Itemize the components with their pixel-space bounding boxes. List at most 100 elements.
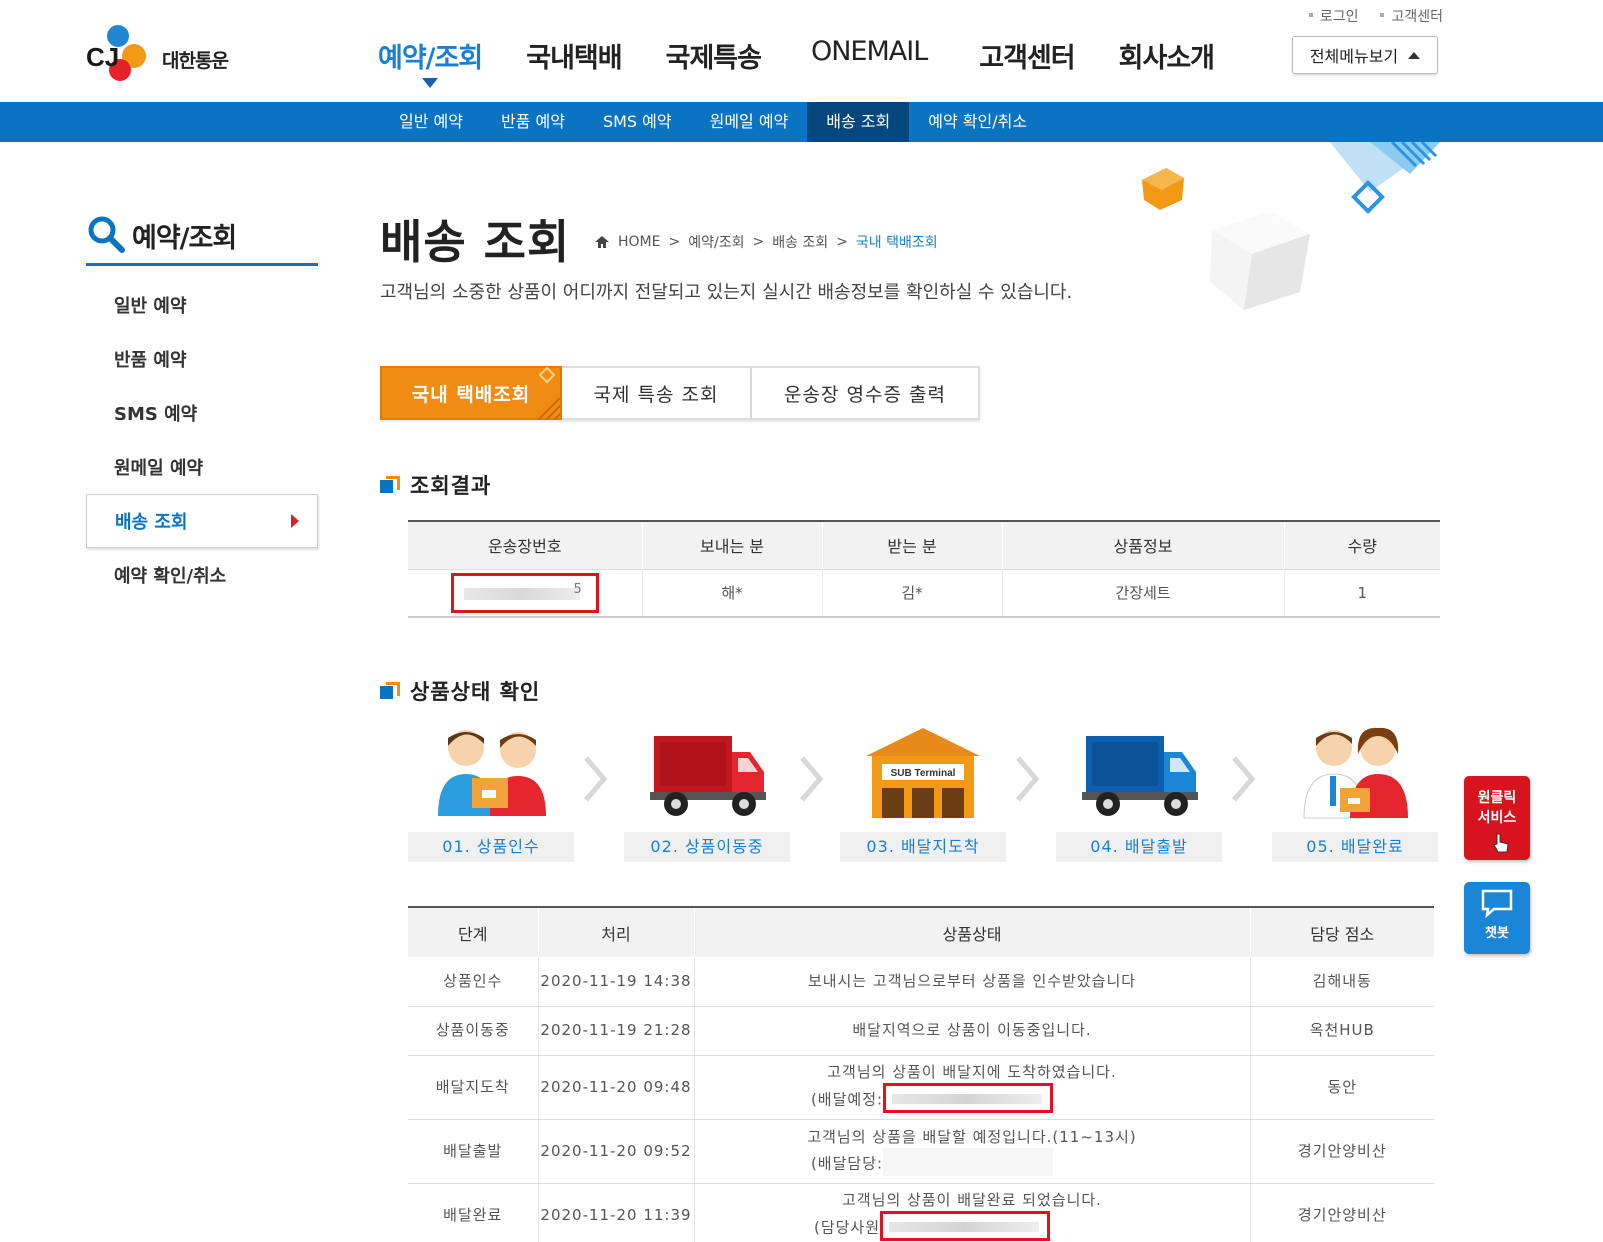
global-nav: 예약/조회 국내택배 국제특송 ONEMAIL 고객센터 회사소개 [378,36,1258,88]
step-arrived: SUB Terminal 03. 배달지도착 [840,726,1006,862]
handover-people-icon [438,730,546,816]
site-header: CJ 대한통운 로그인 고객센터 예약/조회 국내택배 국제특송 ONEMAIL… [0,0,1603,102]
pointer-hand-icon [1493,833,1509,853]
step-pickup: 01. 상품인수 [408,726,574,862]
chevron-right-icon [800,756,824,802]
search-icon [88,216,125,253]
subnav-onemail[interactable]: 원메일 예약 [691,102,808,142]
table-row: 배달완료 2020-11-20 11:39 고객님의 상품이 배달완료 되었습니… [408,1183,1434,1242]
chatbot-button[interactable]: 챗봇 [1464,882,1530,954]
tab-international-tracking[interactable]: 국제 특송 조회 [562,366,752,420]
status-section-title: 상품상태 확인 [380,676,540,706]
gnb-international[interactable]: 국제특송 [666,36,762,75]
step-label: 05. 배달완료 [1272,832,1438,862]
chevron-right-icon [1016,756,1040,802]
customer-center-link[interactable]: 고객센터 [1380,6,1443,26]
all-menu-button[interactable]: 전체메뉴보기 [1292,36,1438,74]
table-row: 배달출발 2020-11-20 09:52 고객님의 상품을 배달할 예정입니다… [408,1119,1434,1184]
quantity-value: 1 [1284,569,1440,618]
subnav-confirm-cancel[interactable]: 예약 확인/취소 [909,102,1046,142]
sidebar-item-general[interactable]: 일반 예약 [86,278,318,332]
col-office: 담당 점소 [1250,907,1434,957]
decorative-cubes-illustration [1142,142,1440,310]
tab-receipt-print[interactable]: 운송장 영수증 출력 [752,366,980,420]
cj-logo-icon: CJ [86,25,146,81]
oneclick-service-button[interactable]: 원클릭 서비스 [1464,776,1530,860]
table-row: 상품인수 2020-11-19 14:38 보내시는 고객님으로부터 상품을 인… [408,957,1434,1007]
terminal-sign-text: SUB Terminal [891,768,956,779]
table-row: 상품이동중 2020-11-19 21:28 배달지역으로 상품이 이동중입니다… [408,1006,1434,1056]
table-row: 5 해* 김* 간장세트 1 [408,569,1440,618]
redacted-field [883,1082,1054,1113]
sidebar-item-tracking[interactable]: 배송 조회 [86,494,318,548]
subnav-return[interactable]: 반품 예약 [482,102,584,142]
col-processed: 처리 [538,907,695,957]
page-title: 배송 조회 [380,215,571,269]
sidebar-item-onemail[interactable]: 원메일 예약 [86,440,318,494]
utility-links: 로그인 고객센터 [1308,6,1443,26]
tracking-history-table: 단계 처리 상품상태 담당 점소 상품인수 2020-11-19 14:38 보… [408,906,1434,1242]
breadcrumb-current: 국내 택배조회 [855,235,938,251]
blue-truck-icon [1082,736,1198,816]
step-label: 03. 배달지도착 [840,832,1006,862]
subnav-general[interactable]: 일반 예약 [380,102,482,142]
breadcrumb-tracking[interactable]: 배송 조회 [772,232,828,252]
breadcrumb-home[interactable]: HOME [618,234,660,250]
chevron-right-icon [584,756,608,802]
product-value: 간장세트 [1002,569,1285,618]
sub-nav-bar: 일반 예약 반품 예약 SMS 예약 원메일 예약 배송 조회 예약 확인/취소 [0,102,1603,142]
caret-down-icon [422,78,438,88]
col-tracking-number: 운송장번호 [408,521,643,570]
subnav-tracking[interactable]: 배송 조회 [807,102,910,142]
chat-bubble-icon [1481,889,1513,919]
result-table: 운송장번호 보내는 분 받는 분 상품정보 수량 5 해* 김* 간장세트 1 [408,520,1440,618]
redacted-field [880,1210,1051,1241]
page-description: 고객님의 소중한 상품이 어디까지 전달되고 있는지 실시간 배송정보를 확인하… [380,282,1073,303]
step-label: 04. 배달출발 [1056,832,1222,862]
step-delivered: 05. 배달완료 [1272,726,1438,862]
login-link[interactable]: 로그인 [1308,6,1358,26]
delivery-steps: 01. 상품인수 02. 상품이동중 SUB Terminal 03. 배달지도… [408,726,1440,862]
col-stage: 단계 [408,907,539,957]
step-out-for-delivery: 04. 배달출발 [1056,726,1222,862]
home-icon [595,236,609,248]
cj-logo[interactable]: CJ 대한통운 [86,24,246,88]
col-sender: 보내는 분 [642,521,823,570]
gnb-customer-center[interactable]: 고객센터 [979,36,1075,75]
section-bullet-icon [380,476,400,494]
gnb-onemail[interactable]: ONEMAIL [811,36,928,75]
sidebar-menu: 일반 예약 반품 예약 SMS 예약 원메일 예약 배송 조회 예약 확인/취소 [86,278,318,602]
sender-value: 해* [642,569,823,618]
gnb-reservation[interactable]: 예약/조회 [378,36,483,88]
tab-domestic-tracking[interactable]: 국내 택배조회 [380,366,562,420]
chevron-right-icon [1232,756,1256,802]
tab-corner-decoration [538,366,560,420]
col-quantity: 수량 [1284,521,1440,570]
breadcrumb-reservation[interactable]: 예약/조회 [688,232,744,252]
result-section-title: 조회결과 [380,470,491,500]
triangle-up-icon [1408,51,1421,59]
section-bullet-icon [380,682,400,700]
gnb-company[interactable]: 회사소개 [1119,36,1215,75]
breadcrumb: HOME > 예약/조회 > 배송 조회 > 국내 택배조회 [594,232,938,252]
col-receiver: 받는 분 [822,521,1003,570]
sidebar-title: 예약/조회 [86,214,318,266]
col-product: 상품정보 [1002,521,1285,570]
subnav-sms[interactable]: SMS 예약 [584,102,691,142]
step-label: 02. 상품이동중 [624,832,790,862]
terminal-building-icon: SUB Terminal [866,728,980,818]
delivered-people-icon [1303,727,1408,819]
svg-text:CJ: CJ [86,42,119,72]
step-label: 01. 상품인수 [408,832,574,862]
redacted-field [883,1147,1054,1176]
arrow-right-icon [291,514,299,528]
receiver-value: 김* [822,569,1003,618]
sidebar-item-confirm-cancel[interactable]: 예약 확인/취소 [86,548,318,602]
sidebar-item-sms[interactable]: SMS 예약 [86,386,318,440]
gnb-domestic[interactable]: 국내택배 [526,36,622,75]
red-truck-icon [650,736,766,816]
table-row: 배달지도착 2020-11-20 09:48 고객님의 상품이 배달지에 도착하… [408,1055,1434,1120]
col-status: 상품상태 [694,907,1251,957]
step-in-transit: 02. 상품이동중 [624,726,790,862]
sidebar-item-return[interactable]: 반품 예약 [86,332,318,386]
